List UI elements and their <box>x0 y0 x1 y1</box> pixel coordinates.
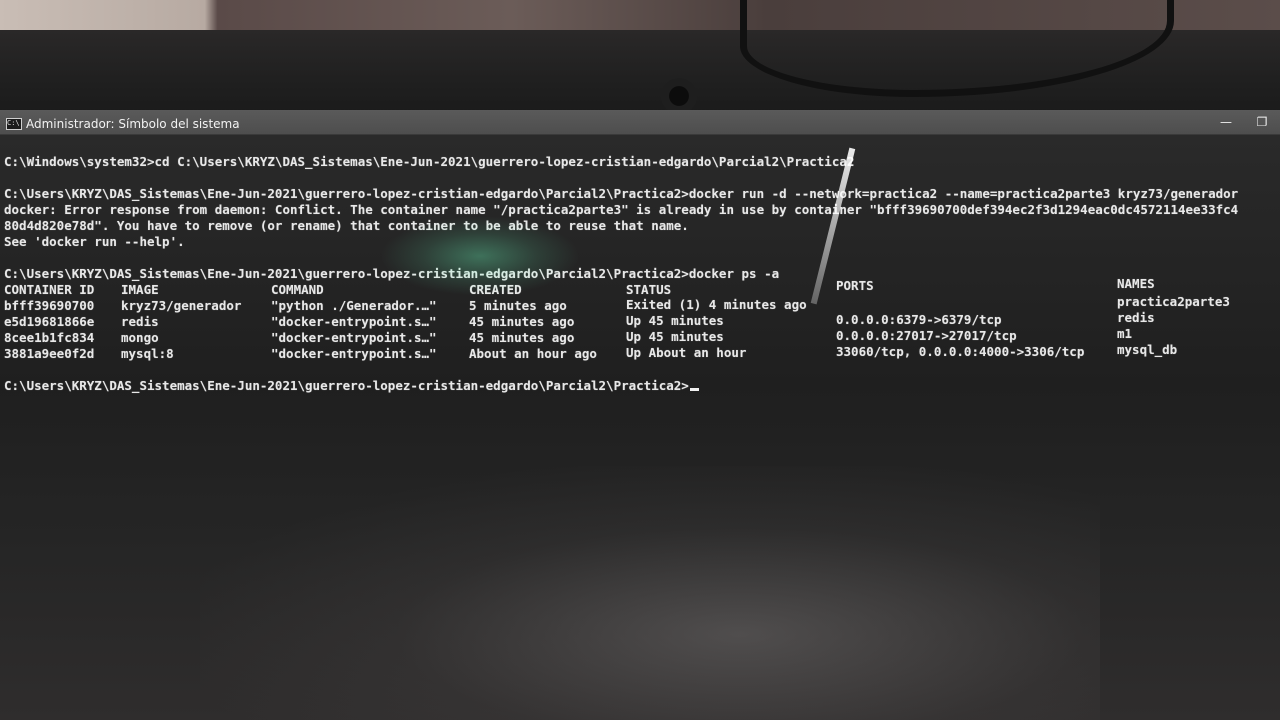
column-header: CREATED <box>469 282 522 297</box>
container-name: mysql_db <box>1117 342 1178 357</box>
container-id: bfff39690700 <box>4 298 95 313</box>
console-line: 80d4d820e78d". You have to remove (or re… <box>4 218 689 233</box>
title-bar[interactable]: C:\ Administrador: Símbolo del sistema —… <box>0 110 1280 135</box>
created: 5 minutes ago <box>469 298 567 313</box>
maximize-button[interactable]: ❐ <box>1248 112 1276 132</box>
screen-reflection <box>200 466 1100 720</box>
column-header: CONTAINER ID <box>4 282 95 297</box>
console-line: C:\Windows\system32>cd C:\Users\KRYZ\DAS… <box>4 154 855 169</box>
command: "docker-entrypoint.s…" <box>271 346 437 361</box>
created: 45 minutes ago <box>469 314 575 329</box>
console-output[interactable]: C:\Windows\system32>cd C:\Users\KRYZ\DAS… <box>0 136 1280 720</box>
container-id: 3881a9ee0f2d <box>4 346 95 361</box>
container-id: 8cee1b1fc834 <box>4 330 95 345</box>
container-id: e5d19681866e <box>4 314 95 329</box>
command: "docker-entrypoint.s…" <box>271 314 437 329</box>
ports: 0.0.0.0:27017->27017/tcp <box>836 328 1017 343</box>
image: redis <box>121 314 159 329</box>
ports: 33060/tcp, 0.0.0.0:4000->3306/tcp <box>836 344 1085 359</box>
command: "python ./Generador.…" <box>271 298 437 313</box>
console-line: See 'docker run --help'. <box>4 234 185 249</box>
image: kryz73/generador <box>121 298 242 313</box>
ports: 0.0.0.0:6379->6379/tcp <box>836 312 1002 327</box>
container-name: redis <box>1117 310 1155 325</box>
status: Exited (1) 4 minutes ago <box>626 297 807 312</box>
command-prompt[interactable]: C:\Users\KRYZ\DAS_Sistemas\Ene-Jun-2021\… <box>4 378 699 394</box>
column-header: IMAGE <box>121 282 159 297</box>
window-title: Administrador: Símbolo del sistema <box>26 117 240 131</box>
column-header: COMMAND <box>271 282 324 297</box>
status: Up About an hour <box>626 345 747 360</box>
container-name: m1 <box>1117 326 1133 341</box>
webcam-icon <box>661 78 697 114</box>
image: mysql:8 <box>121 346 174 361</box>
container-name: practica2parte3 <box>1117 294 1230 309</box>
status: Up 45 minutes <box>626 329 724 344</box>
cmd-window-icon[interactable]: C:\ <box>6 118 22 130</box>
column-header: STATUS <box>626 282 672 297</box>
column-header: NAMES <box>1117 276 1155 291</box>
minimize-button[interactable]: — <box>1212 112 1240 132</box>
console-line: C:\Users\KRYZ\DAS_Sistemas\Ene-Jun-2021\… <box>4 186 1239 201</box>
text-cursor <box>689 388 699 391</box>
prompt-text: C:\Users\KRYZ\DAS_Sistemas\Ene-Jun-2021\… <box>4 378 689 393</box>
created: About an hour ago <box>469 346 597 361</box>
console-line: docker: Error response from daemon: Conf… <box>4 202 1239 217</box>
command-prompt-window[interactable]: C:\ Administrador: Símbolo del sistema —… <box>0 110 1280 720</box>
console-line: C:\Users\KRYZ\DAS_Sistemas\Ene-Jun-2021\… <box>4 266 780 281</box>
command: "docker-entrypoint.s…" <box>271 330 437 345</box>
status: Up 45 minutes <box>626 313 724 328</box>
created: 45 minutes ago <box>469 330 575 345</box>
image: mongo <box>121 330 159 345</box>
column-header: PORTS <box>836 278 874 293</box>
photo-of-laptop-screen: C:\ Administrador: Símbolo del sistema —… <box>0 0 1280 720</box>
